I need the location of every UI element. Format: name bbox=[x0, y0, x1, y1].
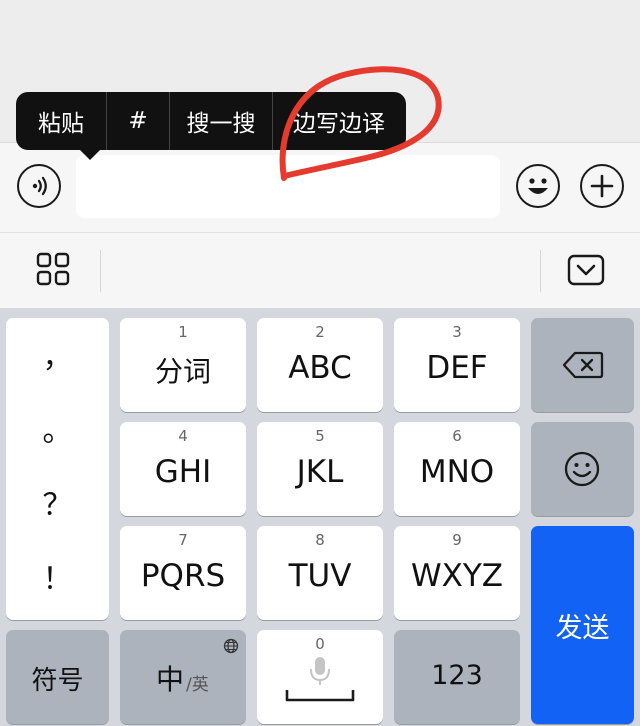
lang-chinese-label: 中 bbox=[156, 663, 185, 696]
symbols-key[interactable]: 符号 bbox=[6, 630, 109, 724]
keyboard-toolbar bbox=[0, 232, 640, 308]
numbers-label: 123 bbox=[431, 660, 483, 691]
key-number: 9 bbox=[452, 531, 462, 549]
key-number: 8 bbox=[315, 531, 325, 549]
backspace-icon bbox=[562, 351, 604, 379]
key-number: 2 bbox=[315, 323, 325, 341]
send-label: 发送 bbox=[555, 613, 610, 644]
key-number: 7 bbox=[178, 531, 188, 549]
grid-icon bbox=[36, 252, 70, 286]
key-number: 0 bbox=[315, 635, 325, 653]
collapse-keyboard-button[interactable] bbox=[567, 254, 605, 290]
emoji-key[interactable] bbox=[531, 422, 634, 516]
search-menu-item[interactable]: 搜一搜 bbox=[170, 92, 272, 150]
key-5[interactable]: 5 JKL bbox=[257, 422, 383, 516]
emoji-button[interactable] bbox=[516, 164, 560, 208]
key-number: 5 bbox=[315, 427, 325, 445]
key-number: 6 bbox=[452, 427, 462, 445]
key-8[interactable]: 8 TUV bbox=[257, 526, 383, 620]
key-label: TUV bbox=[288, 558, 352, 594]
symbols-label: 符号 bbox=[31, 666, 84, 696]
add-button[interactable] bbox=[580, 164, 624, 208]
key-label: 分词 bbox=[154, 355, 211, 388]
key-7[interactable]: 7 PQRS bbox=[120, 526, 246, 620]
key-2[interactable]: 2 ABC bbox=[257, 318, 383, 412]
globe-icon bbox=[223, 638, 239, 654]
send-key[interactable]: 发送 bbox=[531, 526, 634, 724]
exclamation-key[interactable]: ！ bbox=[6, 554, 109, 598]
punctuation-column[interactable]: ， 。 ？ ！ bbox=[6, 318, 109, 620]
key-3[interactable]: 3 DEF bbox=[394, 318, 520, 412]
microphone-icon bbox=[310, 657, 330, 685]
grid-button[interactable] bbox=[36, 252, 70, 290]
lang-english-label: /英 bbox=[186, 675, 209, 695]
keyboard-collapse-icon bbox=[567, 254, 605, 286]
hashtag-menu-item[interactable]: # bbox=[107, 92, 169, 150]
voice-button[interactable] bbox=[17, 164, 61, 208]
toolbar-divider bbox=[540, 250, 541, 292]
key-label: PQRS bbox=[140, 558, 226, 594]
key-number: 1 bbox=[178, 323, 188, 341]
language-switch-key[interactable]: 中 /英 bbox=[120, 630, 246, 724]
key-1[interactable]: 1 分词 bbox=[120, 318, 246, 412]
paste-menu-item[interactable]: 粘贴 bbox=[16, 92, 106, 150]
comma-key[interactable]: ， bbox=[6, 332, 109, 376]
space-key[interactable]: 0 bbox=[257, 630, 383, 724]
toolbar-divider bbox=[100, 250, 101, 292]
question-key[interactable]: ？ bbox=[6, 480, 109, 524]
key-4[interactable]: 4 GHI bbox=[120, 422, 246, 516]
smiley-icon bbox=[564, 451, 600, 487]
key-label: GHI bbox=[154, 454, 212, 490]
key-label: WXYZ bbox=[410, 558, 504, 594]
period-key[interactable]: 。 bbox=[6, 406, 109, 450]
key-label: MNO bbox=[419, 454, 495, 490]
backspace-key[interactable] bbox=[531, 318, 634, 412]
annotation-circle bbox=[279, 66, 442, 181]
context-menu-pointer bbox=[78, 148, 102, 160]
emoji-icon bbox=[528, 178, 548, 194]
key-9[interactable]: 9 WXYZ bbox=[394, 526, 520, 620]
key-number: 3 bbox=[452, 323, 462, 341]
key-number: 4 bbox=[178, 427, 188, 445]
plus-icon bbox=[590, 174, 614, 198]
key-label: ABC bbox=[288, 350, 352, 386]
numbers-key[interactable]: 123 bbox=[394, 630, 520, 724]
key-label: JKL bbox=[296, 454, 344, 490]
voice-icon bbox=[32, 176, 47, 196]
space-bar-icon bbox=[285, 690, 355, 702]
key-label: DEF bbox=[426, 350, 488, 386]
key-6[interactable]: 6 MNO bbox=[394, 422, 520, 516]
